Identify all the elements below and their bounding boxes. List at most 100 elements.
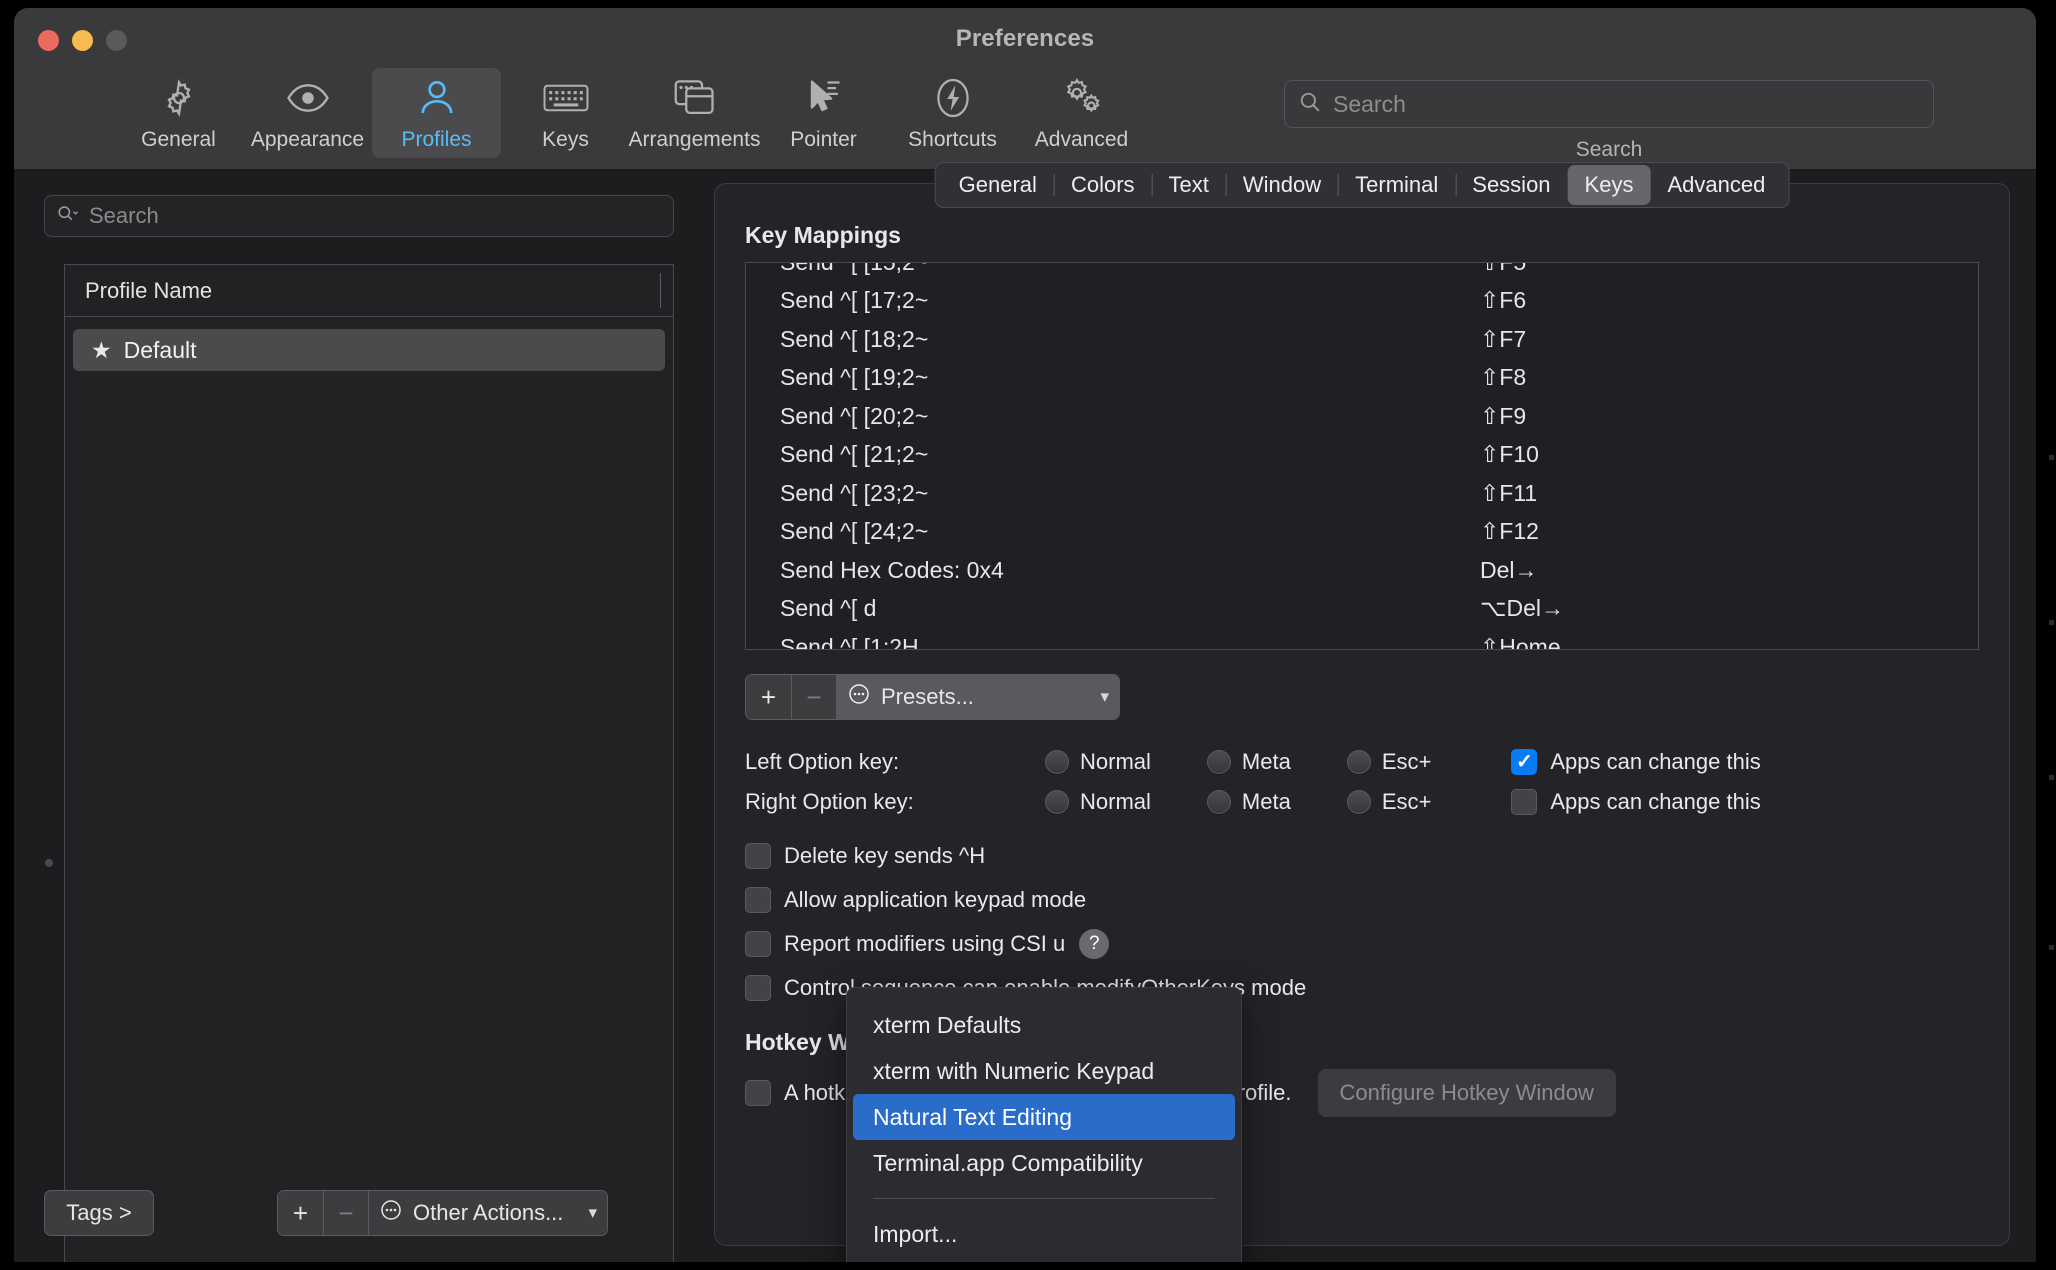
- right-option-apps-checkbox[interactable]: Apps can change this: [1511, 789, 1761, 815]
- toolbar-item-arrangements[interactable]: Arrangements: [629, 68, 760, 158]
- menu-item-xterm-defaults[interactable]: xterm Defaults: [847, 1002, 1241, 1048]
- right-option-meta-radio[interactable]: Meta: [1206, 789, 1291, 815]
- toolbar-item-advanced[interactable]: Advanced: [1017, 68, 1146, 158]
- keyboard-icon: [543, 76, 589, 120]
- tags-button[interactable]: Tags >: [44, 1190, 154, 1236]
- tab-session[interactable]: Session: [1455, 165, 1567, 205]
- window-title: Preferences: [955, 25, 1095, 52]
- key-mapping-action: Send Hex Codes: 0x4: [780, 556, 1004, 583]
- menu-item-natural-text-editing[interactable]: Natural Text Editing: [853, 1094, 1235, 1140]
- left-option-normal-radio[interactable]: Normal: [1045, 749, 1151, 775]
- right-option-normal-radio[interactable]: Normal: [1045, 789, 1151, 815]
- two-gears-icon: [1060, 76, 1104, 120]
- right-option-esc-radio[interactable]: Esc+: [1346, 789, 1431, 815]
- key-mappings-title: Key Mappings: [745, 222, 901, 248]
- preferences-window: Preferences General Appearance Profiles …: [14, 8, 2036, 1262]
- help-icon[interactable]: ?: [1079, 929, 1110, 959]
- menu-item-terminal-app-compatibility[interactable]: Terminal.app Compatibility: [847, 1140, 1241, 1186]
- table-row[interactable]: Send ^[ [18;2~ ⇧F7: [746, 320, 1978, 359]
- checkbox-icon: [1511, 789, 1538, 815]
- table-row[interactable]: Send ^[ [15;2~ ⇧F5: [746, 263, 1978, 282]
- report-modifiers-csi-u-row[interactable]: Report modifiers using CSI u ?: [745, 922, 1306, 966]
- key-mapping-key: ⇧F11: [1480, 479, 1538, 506]
- desktop-speck: [2049, 620, 2054, 625]
- radio-icon: [1045, 750, 1069, 774]
- toolbar-item-general[interactable]: General: [114, 68, 243, 158]
- tab-advanced[interactable]: Advanced: [1650, 165, 1782, 205]
- presets-dropdown-menu: xterm Defaults xterm with Numeric Keypad…: [846, 987, 1242, 1262]
- profile-actions-group: + − Other Actions... ▾: [277, 1190, 608, 1236]
- toolbar-item-appearance-label: Appearance: [250, 128, 365, 151]
- checkbox-icon: [745, 975, 771, 1001]
- toolbar-item-shortcuts[interactable]: Shortcuts: [888, 68, 1017, 158]
- tab-terminal[interactable]: Terminal: [1338, 165, 1455, 205]
- tab-text[interactable]: Text: [1151, 165, 1226, 205]
- remove-profile-button[interactable]: −: [324, 1191, 369, 1235]
- menu-item-import[interactable]: Import...: [847, 1211, 1241, 1257]
- tab-keys[interactable]: Keys: [1567, 165, 1651, 205]
- key-mapping-key: ⇧F10: [1480, 441, 1539, 468]
- checkbox-icon[interactable]: [745, 1080, 771, 1106]
- radio-icon: [1346, 750, 1371, 774]
- profile-list-item-default[interactable]: ★ Default: [73, 329, 665, 371]
- presets-menu-button[interactable]: Presets... ▾: [837, 675, 1119, 719]
- bolt-icon: [936, 76, 970, 120]
- preferences-toolbar: General Appearance Profiles Keys Arrange…: [114, 68, 1146, 158]
- menu-item-export[interactable]: Export...: [847, 1257, 1241, 1262]
- tab-colors[interactable]: Colors: [1053, 165, 1152, 205]
- profile-search-input[interactable]: Search: [44, 195, 674, 237]
- left-option-meta-radio[interactable]: Meta: [1206, 749, 1291, 775]
- toolbar-item-pointer[interactable]: Pointer: [759, 68, 888, 158]
- table-row[interactable]: Send ^[ [20;2~ ⇧F9: [746, 397, 1978, 436]
- left-option-apps-checkbox[interactable]: Apps can change this: [1511, 749, 1761, 775]
- key-mappings-table[interactable]: Send ^[ [15;2~ ⇧F5 Send ^[ [17;2~ ⇧F6 Se…: [745, 262, 1979, 650]
- other-actions-menu[interactable]: Other Actions... ▾: [369, 1191, 607, 1235]
- menu-item-xterm-numeric-keypad[interactable]: xterm with Numeric Keypad: [847, 1048, 1241, 1094]
- tab-window[interactable]: Window: [1225, 165, 1338, 205]
- desktop-speck: [2049, 455, 2054, 460]
- table-row[interactable]: Send ^[ [17;2~ ⇧F6: [746, 282, 1978, 321]
- table-row[interactable]: Send ^[ [23;2~ ⇧F11: [746, 474, 1978, 513]
- key-mapping-action: Send ^[ d: [780, 595, 877, 622]
- toolbar-item-profiles[interactable]: Profiles: [372, 68, 501, 158]
- screen: Preferences General Appearance Profiles …: [0, 0, 2056, 1270]
- key-mapping-action: Send ^[ [20;2~: [780, 402, 929, 429]
- table-row[interactable]: Send ^[ [24;2~ ⇧F12: [746, 513, 1978, 552]
- table-row[interactable]: Send ^[ [19;2~ ⇧F8: [746, 359, 1978, 398]
- key-mapping-action: Send ^[ [21;2~: [780, 441, 929, 468]
- keys-checkbox-list: Delete key sends ^H Allow application ke…: [745, 834, 1306, 1010]
- table-row[interactable]: Send ^[ [21;2~ ⇧F10: [746, 436, 1978, 475]
- table-row[interactable]: Send ^[ [1;2H ⇧Home: [746, 628, 1978, 650]
- key-mapping-key: Del→: [1480, 556, 1538, 583]
- toolbar-item-keys[interactable]: Keys: [501, 68, 630, 158]
- radio-icon: [1206, 790, 1231, 814]
- key-mapping-key: ⇧Home: [1480, 633, 1561, 650]
- add-profile-button[interactable]: +: [278, 1191, 324, 1235]
- profile-name-column-header: Profile Name: [85, 277, 213, 303]
- chevron-down-icon: ▾: [588, 1203, 597, 1222]
- tab-general[interactable]: General: [942, 165, 1054, 205]
- sidebar-bottom-toolbar: Tags > + − Other Actions... ▾: [44, 1190, 608, 1236]
- allow-keypad-mode-row[interactable]: Allow application keypad mode: [745, 878, 1306, 922]
- key-mapping-key: ⇧F7: [1480, 325, 1527, 352]
- table-row[interactable]: Send ^[ d ⌥Del→: [746, 590, 1978, 629]
- allow-keypad-mode-label: Allow application keypad mode: [784, 887, 1087, 912]
- remove-key-mapping-button[interactable]: −: [792, 675, 837, 719]
- radio-icon: [1346, 790, 1371, 814]
- configure-hotkey-window-button[interactable]: Configure Hotkey Window: [1317, 1069, 1616, 1117]
- profile-list-header[interactable]: Profile Name: [65, 265, 673, 317]
- pane-resize-handle[interactable]: [45, 859, 53, 867]
- key-mapping-action: Send ^[ [23;2~: [780, 479, 929, 506]
- left-option-esc-radio[interactable]: Esc+: [1346, 749, 1431, 775]
- search-icon: [57, 203, 79, 230]
- table-row[interactable]: Send Hex Codes: 0x4 Del→: [746, 551, 1978, 590]
- right-option-key-label: Right Option key:: [745, 789, 914, 814]
- menu-separator: [873, 1198, 1215, 1199]
- toolbar-item-shortcuts-label: Shortcuts: [908, 128, 997, 151]
- key-mapping-action: Send ^[ [18;2~: [780, 325, 929, 352]
- toolbar-search-field[interactable]: Search: [1284, 80, 1934, 128]
- delete-key-sends-ch-row[interactable]: Delete key sends ^H: [745, 834, 1306, 878]
- column-divider[interactable]: [660, 273, 661, 308]
- add-key-mapping-button[interactable]: +: [746, 675, 792, 719]
- toolbar-item-appearance[interactable]: Appearance: [243, 68, 372, 158]
